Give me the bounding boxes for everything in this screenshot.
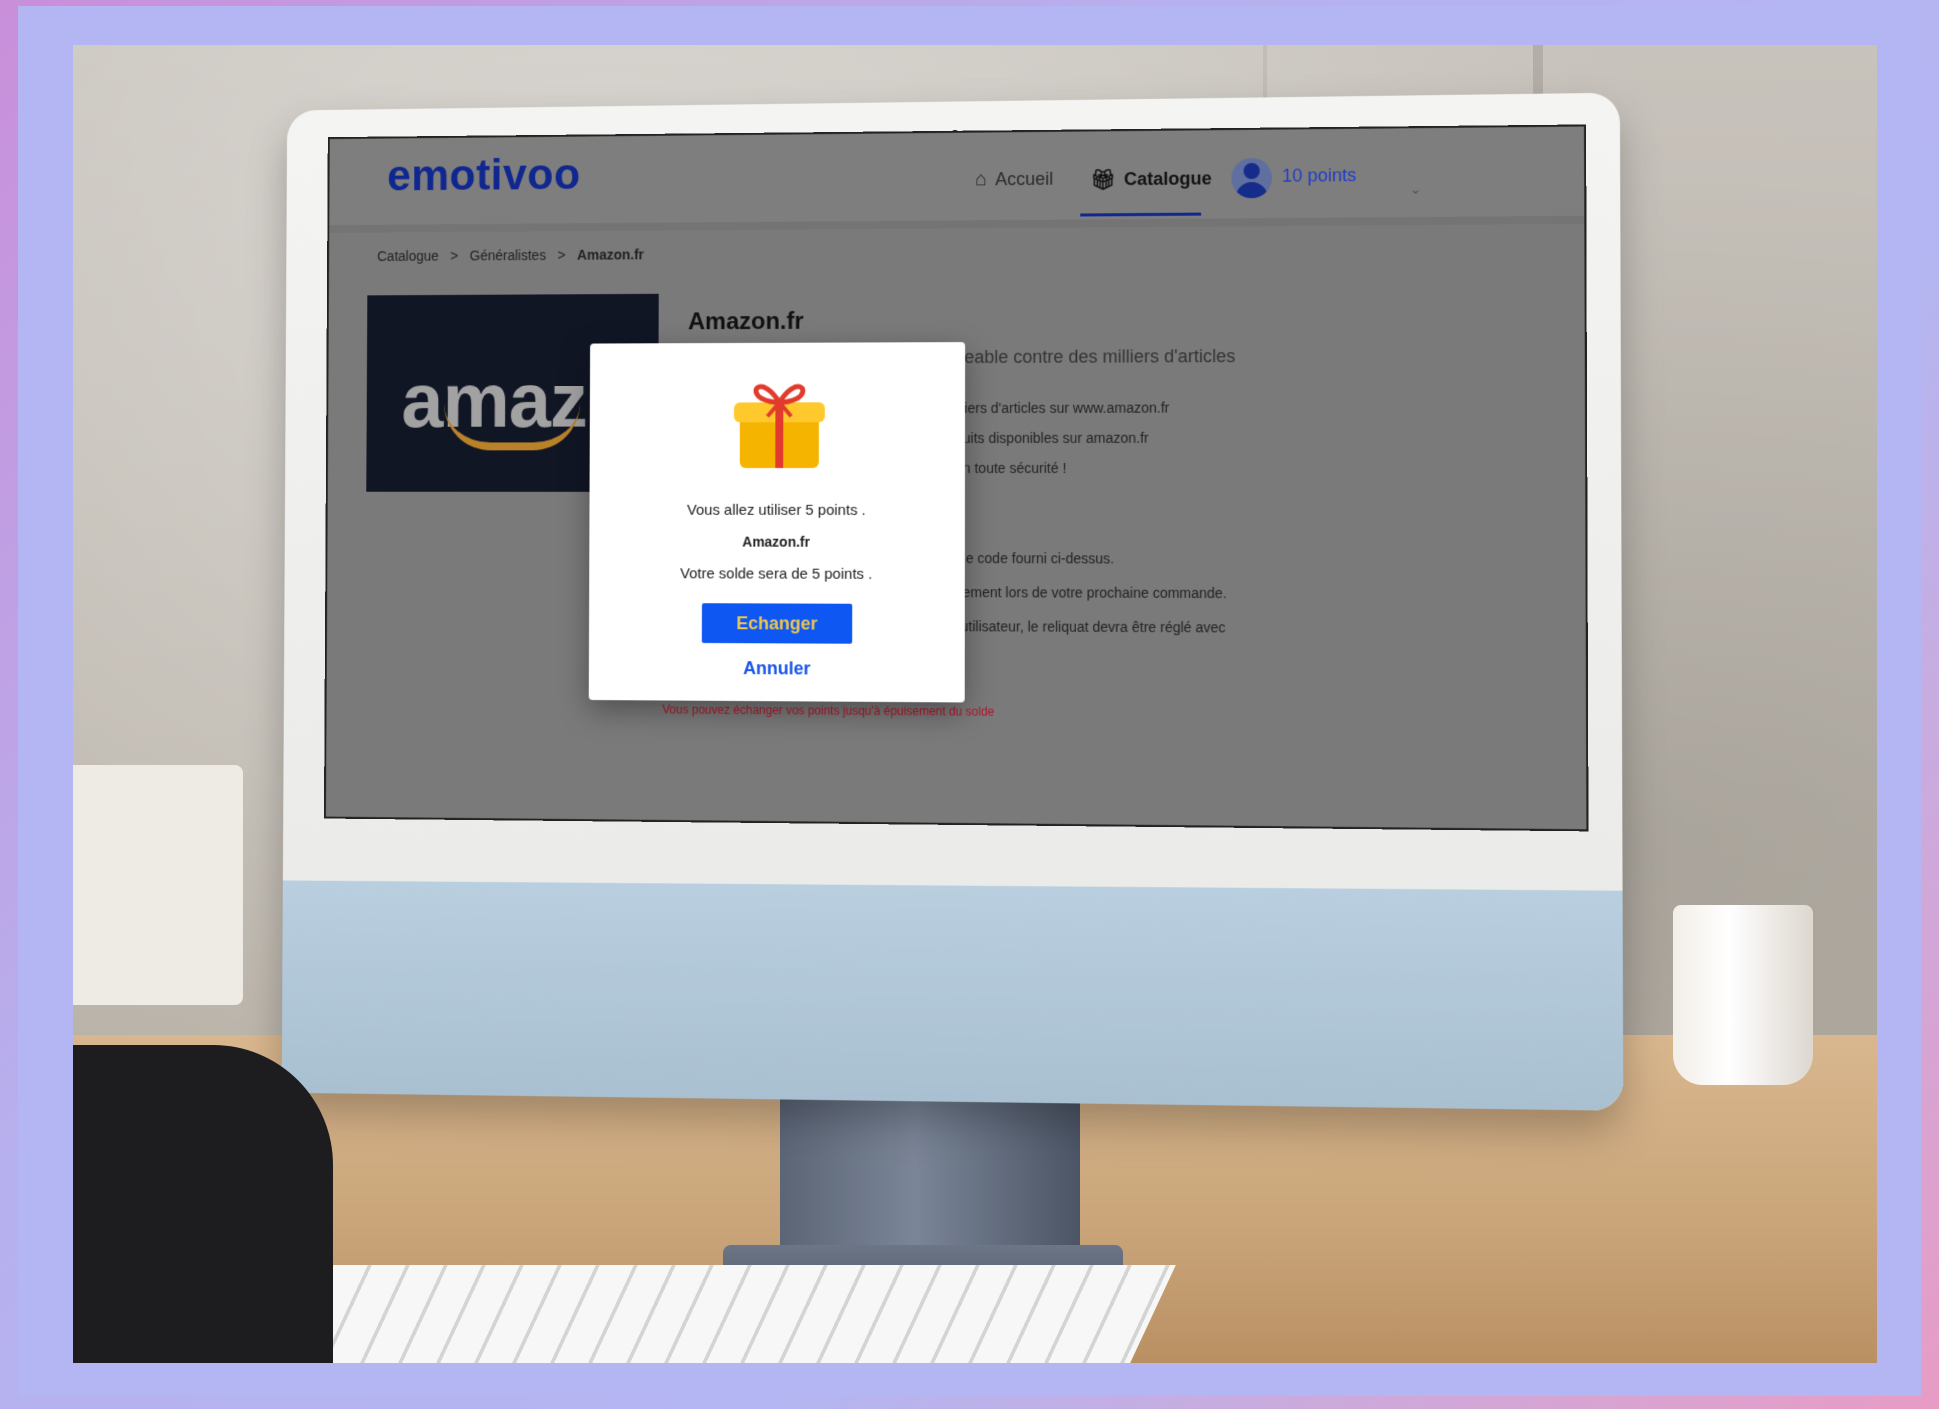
nav-home-label: Accueil (995, 169, 1053, 190)
breadcrumb-item[interactable]: Catalogue (377, 248, 439, 264)
feature-line: duits disponibles sur amazon.fr (955, 430, 1149, 446)
modal-balance-text: Votre solde sera de 5 points . (589, 565, 965, 583)
product-title: Amazon.fr (688, 308, 804, 336)
footer-note: Vous pouvez échanger vos points jusqu'à … (662, 702, 994, 718)
logo[interactable]: emotivoo (387, 150, 581, 201)
modal-use-text: Vous allez utiliser 5 points . (589, 502, 964, 519)
cup (1673, 905, 1813, 1085)
howto-line: uement lors de votre prochaine commande. (955, 584, 1227, 601)
exchange-button[interactable]: Echanger (702, 603, 852, 644)
breadcrumb-current: Amazon.fr (577, 246, 644, 262)
monitor-chin (282, 880, 1624, 1110)
feature-line: en toute sécurité ! (955, 460, 1066, 476)
modal-product-name: Amazon.fr (589, 533, 965, 550)
breadcrumb-item[interactable]: Généralistes (470, 247, 546, 263)
active-tab-indicator (1080, 213, 1201, 217)
screen: emotivoo ⌂ Accueil 🎁︎ Catalogue 10 point… (324, 124, 1589, 831)
top-navbar: emotivoo ⌂ Accueil 🎁︎ Catalogue 10 point… (329, 127, 1584, 233)
feature-line: illiers d'articles sur www.amazon.fr (955, 400, 1169, 416)
gift-icon (732, 372, 827, 472)
howto-line: t le code fourni ci-dessus. (955, 550, 1114, 566)
keyboard (250, 1265, 1176, 1363)
nav-catalog[interactable]: 🎁︎ Catalogue (1090, 166, 1211, 192)
box (73, 765, 243, 1005)
confirm-modal: Vous allez utiliser 5 points . Amazon.fr… (589, 342, 965, 702)
person-silhouette (73, 1045, 333, 1363)
gift-icon: 🎁︎ (1090, 167, 1116, 192)
howto-line: l'utilisateur, le reliquat devra être ré… (955, 618, 1226, 635)
avatar-body (1235, 182, 1267, 198)
chevron-down-icon[interactable]: ⌄ (1409, 181, 1421, 198)
desk-photo: emotivoo ⌂ Accueil 🎁︎ Catalogue 10 point… (73, 45, 1877, 1363)
breadcrumb-separator: > (558, 247, 566, 263)
home-icon: ⌂ (975, 168, 987, 191)
points-balance[interactable]: 10 points (1282, 165, 1356, 187)
cancel-button[interactable]: Annuler (702, 653, 852, 684)
nav-home[interactable]: ⌂ Accueil (975, 168, 1053, 192)
nav-catalog-label: Catalogue (1124, 168, 1212, 190)
breadcrumb-separator: > (450, 248, 458, 264)
avatar[interactable] (1231, 158, 1272, 199)
breadcrumb: Catalogue > Généralistes > Amazon.fr (377, 246, 644, 263)
avatar-head (1244, 163, 1260, 179)
